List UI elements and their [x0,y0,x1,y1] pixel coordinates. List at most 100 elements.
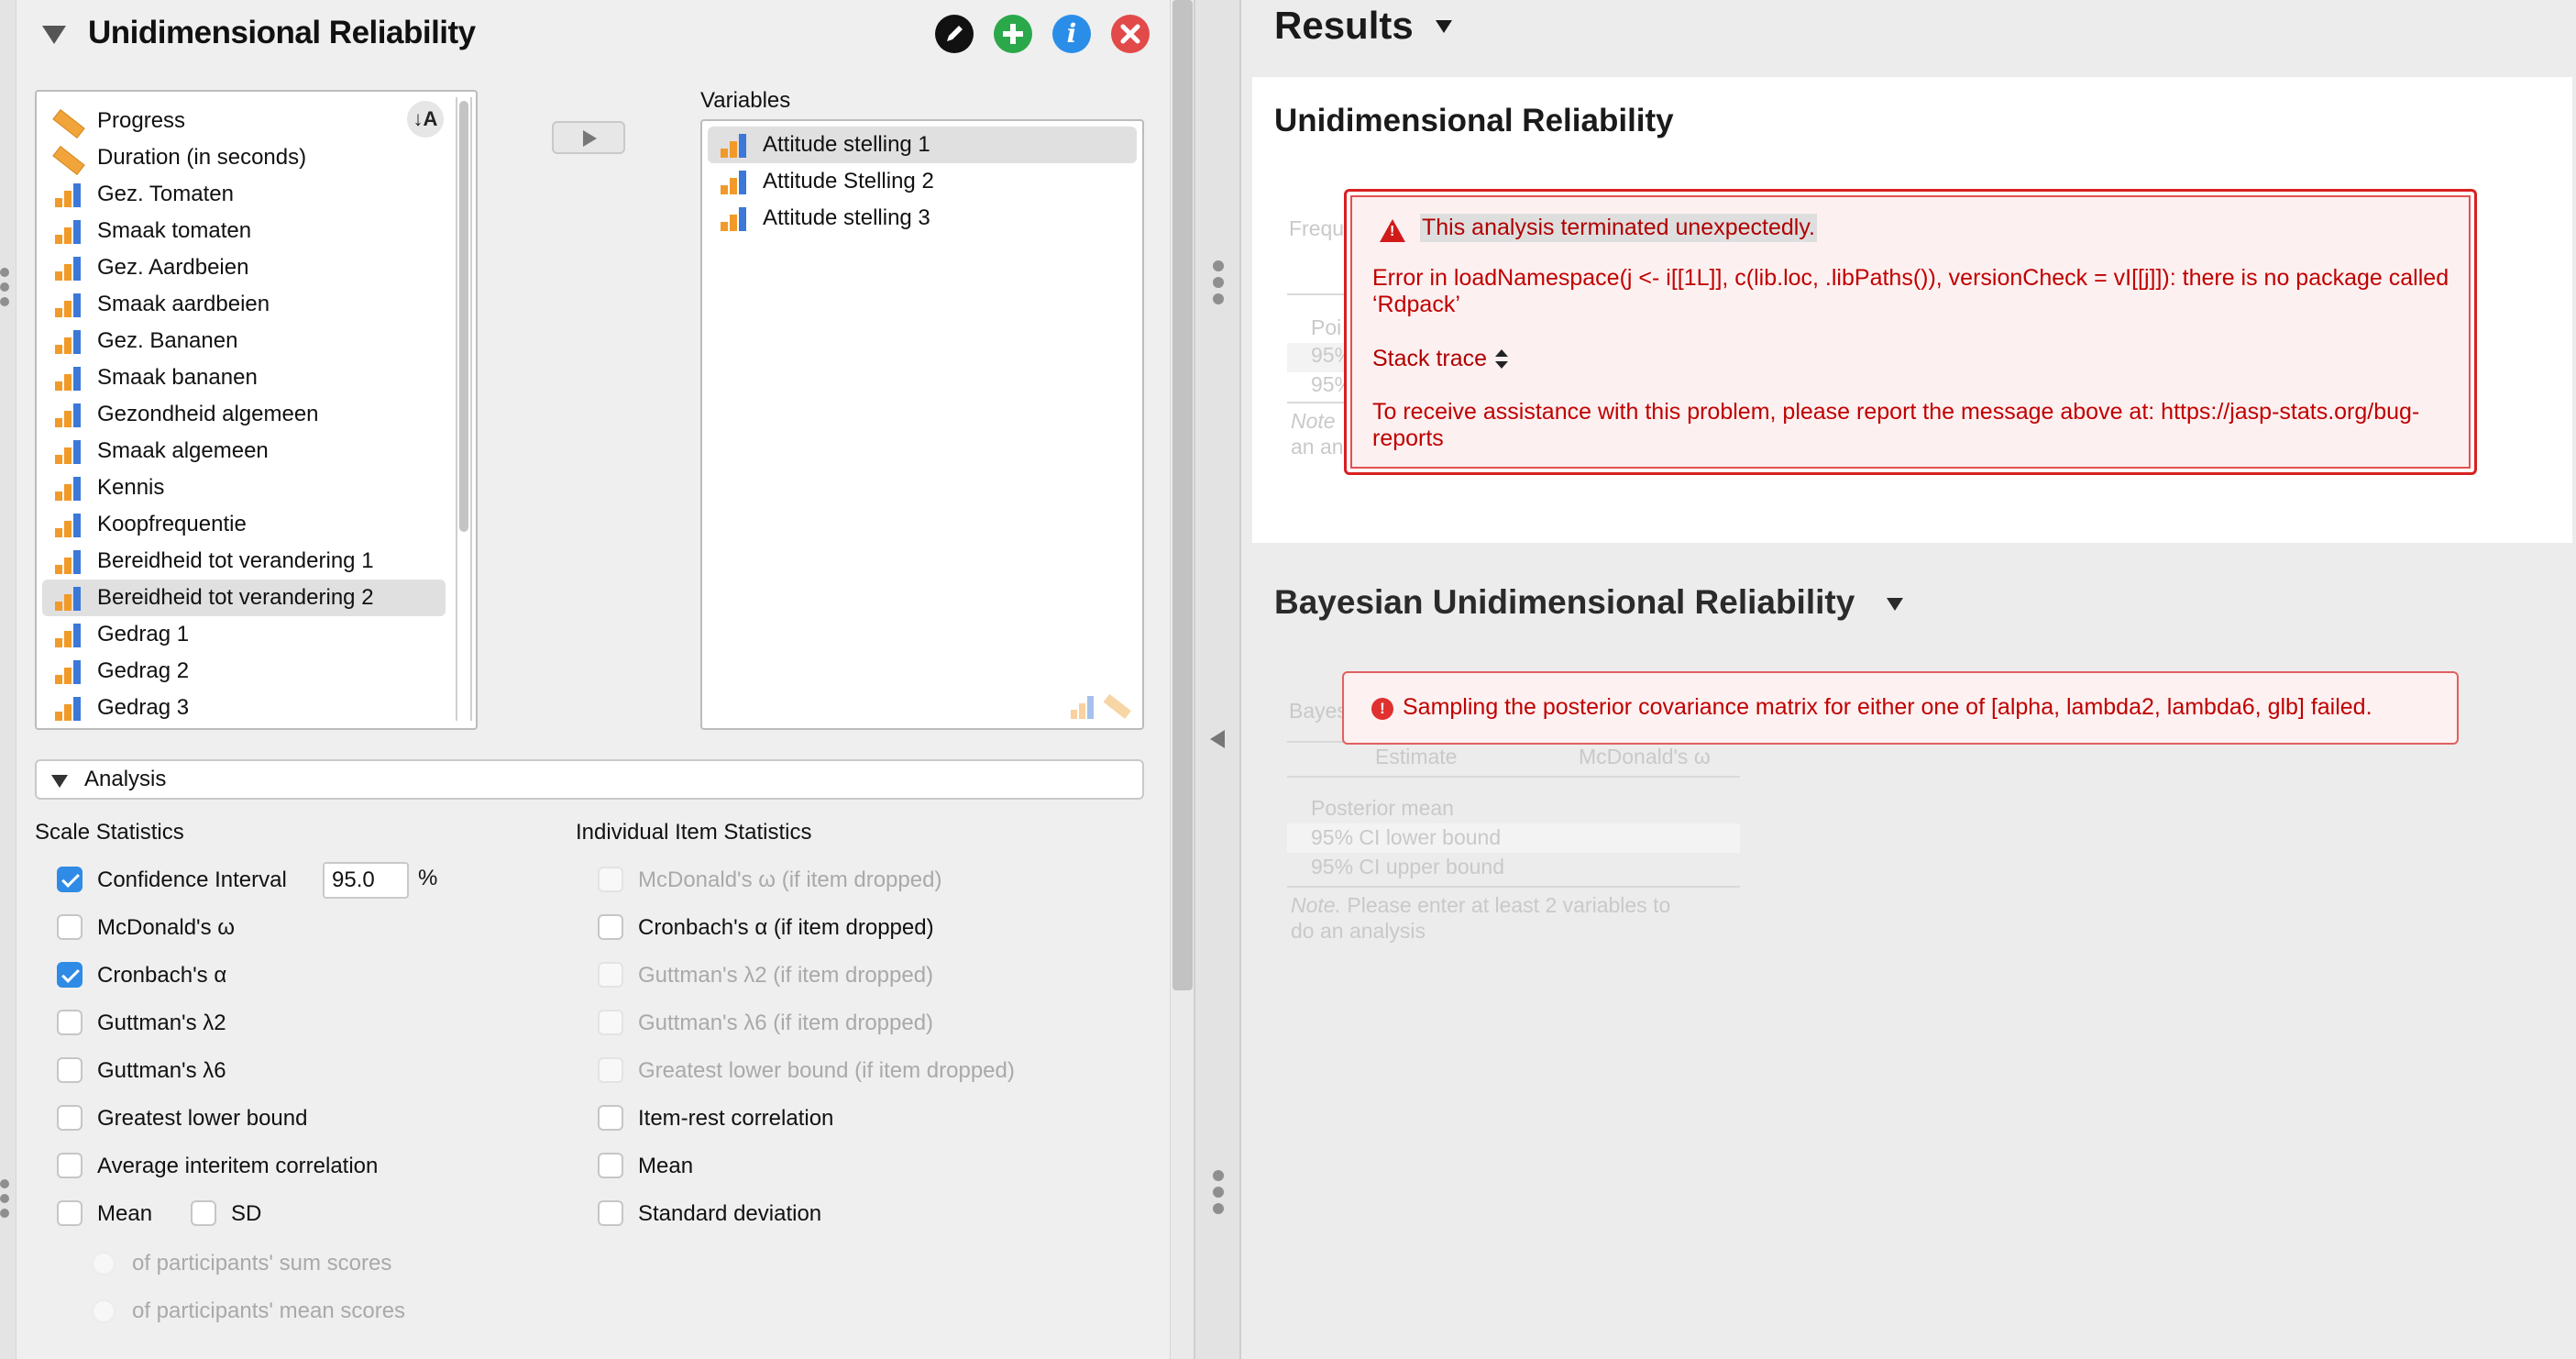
variable-item[interactable]: Gezondheid algemeen [42,396,446,433]
average-interitem-checkbox[interactable] [57,1153,83,1178]
ordinal-variable-icon [721,134,748,158]
item-mean-option[interactable]: Mean [598,1150,693,1183]
variable-label: Gez. Aardbeien [97,255,249,280]
remove-analysis-button[interactable] [1111,15,1150,53]
scale-mean-option[interactable]: Mean [57,1198,152,1231]
cronbach-dropped-checkbox[interactable] [598,914,623,940]
greatest-lower-bound-checkbox[interactable] [57,1105,83,1131]
variable-item[interactable]: Gedrag 2 [42,653,446,690]
variable-item[interactable]: Progress [42,103,446,139]
collapse-analysis-caret-icon[interactable] [42,26,66,44]
variable-label: Smaak bananen [97,365,258,390]
variable-item[interactable]: Kennis [42,470,446,506]
variable-item[interactable]: Gez. Tomaten [42,176,446,213]
sum-scores-radio[interactable] [92,1252,116,1276]
item-sd-option[interactable]: Standard deviation [598,1198,821,1231]
left-drag-handle[interactable] [0,268,9,312]
glb-dropped-label: Greatest lower bound (if item dropped) [638,1058,1015,1083]
splitter-drag-handle-lower-icon[interactable] [1213,1170,1224,1220]
item-rest-checkbox[interactable] [598,1105,623,1131]
variable-item[interactable]: Smaak bananen [42,359,446,396]
confidence-interval-unit: % [418,866,438,890]
variable-item[interactable]: Koopfrequentie [42,506,446,543]
variable-item[interactable]: Attitude Stelling 2 [708,163,1137,200]
options-scrollbar-thumb[interactable] [1172,0,1193,990]
glb-dropped-checkbox[interactable] [598,1057,623,1083]
cronbach-dropped-option[interactable]: Cronbach's α (if item dropped) [598,912,934,945]
analysis-title[interactable]: Unidimensional Reliability [88,15,476,51]
guttman-lambda2-option[interactable]: Guttman's λ2 [57,1007,226,1040]
confidence-interval-checkbox[interactable] [57,867,83,892]
variable-item[interactable]: Gedrag 1 [42,616,446,653]
guttman-lambda2-checkbox[interactable] [57,1010,83,1035]
selected-variables-list[interactable]: Attitude stelling 1 Attitude Stelling 2 At… [700,119,1144,730]
results-header[interactable]: Results [1274,4,1414,48]
cronbach-alpha-checkbox[interactable] [57,962,83,988]
variable-item[interactable]: Duration (in seconds) [42,139,446,176]
scale-sd-option[interactable]: SD [191,1198,261,1231]
expand-collapse-icon[interactable] [1495,349,1508,370]
scale-variable-icon [52,109,85,138]
scrollbar-thumb[interactable] [459,101,468,532]
variable-item[interactable]: Bereidheid tot verandering 1 [42,543,446,580]
guttman2-dropped-option[interactable]: Guttman's λ2 (if item dropped) [598,959,933,992]
item-sd-checkbox[interactable] [598,1200,623,1226]
mcdonald-omega-checkbox[interactable] [57,914,83,940]
options-panel-scrollbar[interactable] [1170,0,1194,1359]
left-drag-handle-lower[interactable] [0,1179,9,1223]
stack-trace-toggle[interactable]: Stack trace [1372,346,1487,372]
move-variable-arrow-button[interactable] [552,121,625,154]
mean-scores-radio-option[interactable]: of participants' mean scores [92,1295,405,1328]
collapse-panel-arrow-icon[interactable] [1210,730,1225,748]
glb-dropped-option[interactable]: Greatest lower bound (if item dropped) [598,1055,1015,1088]
available-variables-scrollbar[interactable] [456,97,472,721]
ordinal-variable-icon [55,367,83,391]
results-panel: Results Unidimensional Reliability Frequ… [1241,0,2576,1359]
guttman2-dropped-label: Guttman's λ2 (if item dropped) [638,963,934,988]
variable-item[interactable]: Gez. Aardbeien [42,249,446,286]
mcdonald-dropped-checkbox[interactable] [598,867,623,892]
confidence-interval-option[interactable]: Confidence Interval [57,864,287,897]
variable-item[interactable]: Smaak algemeen [42,433,446,470]
scale-sd-checkbox[interactable] [191,1200,216,1226]
bayesian-menu-caret-icon[interactable] [1887,598,1903,611]
guttman6-dropped-option[interactable]: Guttman's λ6 (if item dropped) [598,1007,933,1040]
average-interitem-option[interactable]: Average interitem correlation [57,1150,378,1183]
splitter-drag-handle-icon[interactable] [1213,260,1224,310]
panel-splitter[interactable] [1194,0,1241,1359]
variable-item[interactable]: Smaak tomaten [42,213,446,249]
variable-label: Kennis [97,475,165,500]
guttman2-dropped-checkbox[interactable] [598,962,623,988]
greatest-lower-bound-option[interactable]: Greatest lower bound [57,1102,307,1135]
analysis-section-header[interactable]: Analysis [35,759,1144,800]
mcdonald-dropped-option[interactable]: McDonald's ω (if item dropped) [598,864,941,897]
mean-scores-radio[interactable] [92,1299,116,1323]
guttman-lambda6-checkbox[interactable] [57,1057,83,1083]
variable-item[interactable]: Smaak aardbeien [42,286,446,323]
variable-item[interactable]: Attitude stelling 1 [708,127,1137,163]
available-variables-list[interactable]: ↓A Progress Duration (in seconds) Gez. Tom… [35,90,478,730]
edit-title-button[interactable] [935,15,974,53]
sum-scores-radio-option[interactable]: of participants' sum scores [92,1247,391,1280]
item-mean-checkbox[interactable] [598,1153,623,1178]
info-button[interactable]: i [1052,15,1091,53]
results-menu-caret-icon[interactable] [1436,20,1452,33]
scale-mean-checkbox[interactable] [57,1200,83,1226]
variable-item[interactable]: Attitude stelling 3 [708,200,1137,237]
allowed-types-icon [1071,693,1131,719]
ghost-caption: Frequ [1289,216,1345,240]
duplicate-analysis-button[interactable] [994,15,1032,53]
variable-item[interactable]: Gedrag 3 [42,690,446,726]
mcdonald-omega-option[interactable]: McDonald's ω [57,912,235,945]
variable-item[interactable]: Gez. Bananen [42,323,446,359]
variable-item[interactable]: Bereidheid tot verandering 2 [42,580,446,616]
confidence-interval-input[interactable]: 95.0 [323,862,409,899]
ghost-note-label: Note. [1291,893,1341,917]
guttman-lambda6-option[interactable]: Guttman's λ6 [57,1055,226,1088]
variable-label: Bereidheid tot verandering 1 [97,548,374,573]
guttman6-dropped-checkbox[interactable] [598,1010,623,1035]
cronbach-alpha-option[interactable]: Cronbach's α [57,959,226,992]
item-rest-option[interactable]: Item-rest correlation [598,1102,833,1135]
bayesian-results-title[interactable]: Bayesian Unidimensional Reliability [1274,583,1855,622]
unidimensional-results-title[interactable]: Unidimensional Reliability [1274,103,1674,139]
